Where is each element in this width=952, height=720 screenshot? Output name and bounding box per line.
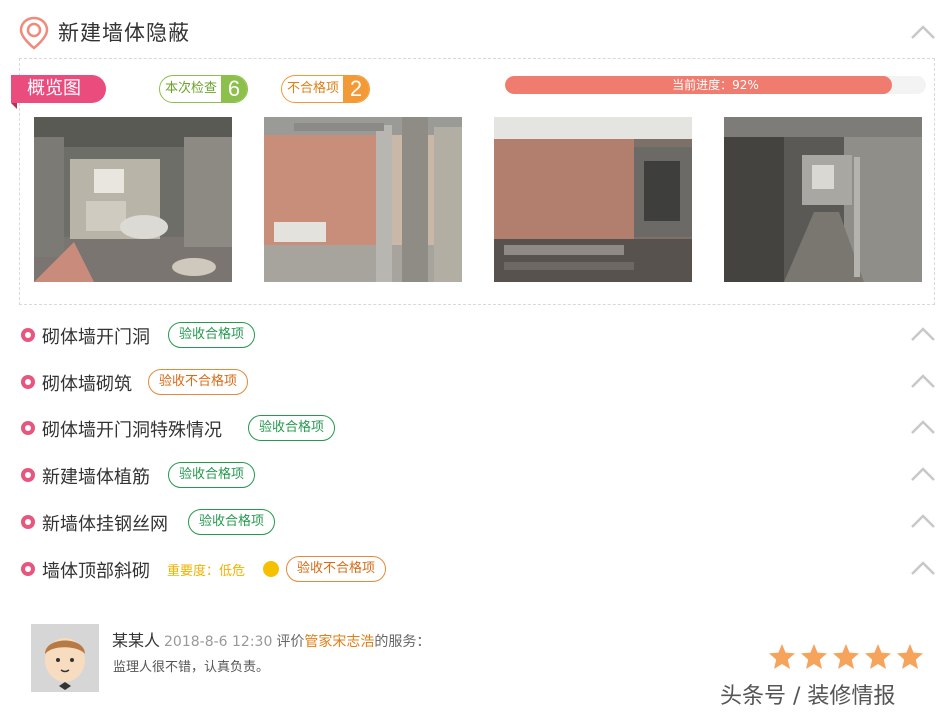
status-badge: 验收不合格项	[148, 369, 249, 395]
check-count-pill[interactable]: 本次检查 6	[159, 75, 249, 103]
progress-bar: 当前进度：92%	[505, 76, 926, 94]
watermark: 头条号 / 装修情报	[720, 684, 896, 709]
list-item[interactable]: 砌体墙开门洞 验收合格项	[0, 312, 952, 356]
status-badge: 验收合格项	[248, 415, 336, 441]
bullet-icon	[21, 375, 35, 389]
review-header: 某某人 2018-8-6 12:30 评价管家宋志浩的服务：	[112, 627, 430, 651]
bullet-icon	[21, 328, 35, 342]
bullet-icon	[21, 515, 35, 529]
overview-tag: 概览图	[11, 75, 106, 103]
chevron-up-icon[interactable]	[910, 513, 936, 529]
star-rating	[768, 643, 928, 673]
progress-text: 当前进度：92%	[672, 78, 759, 92]
status-badge: 验收合格项	[168, 322, 256, 348]
page-title: 新建墙体隐蔽	[58, 21, 190, 45]
site-photo-1[interactable]	[34, 117, 232, 282]
bullet-icon	[21, 468, 35, 482]
review-time: 2018-8-6 12:30	[164, 634, 273, 650]
star-icon	[768, 643, 796, 671]
collapse-chevron-icon[interactable]	[910, 24, 936, 40]
review-suffix: 的服务：	[374, 634, 431, 650]
list-item[interactable]: 砌体墙开门洞特殊情况 验收合格项	[0, 405, 952, 449]
chevron-up-icon[interactable]	[910, 466, 936, 482]
location-pin-icon	[18, 16, 50, 50]
star-icon	[800, 643, 828, 671]
status-badge: 验收合格项	[168, 462, 256, 488]
star-icon	[832, 643, 860, 671]
item-title: 新墙体挂钢丝网	[42, 514, 168, 535]
list-item[interactable]: 墙体顶部斜砌 重要度：低危 验收不合格项	[0, 546, 952, 590]
star-icon	[864, 643, 892, 671]
section-header[interactable]: 新建墙体隐蔽	[0, 0, 952, 58]
check-count-label: 本次检查	[165, 81, 218, 96]
status-badge: 验收不合格项	[286, 556, 387, 582]
status-badge: 验收合格项	[188, 509, 276, 535]
item-title: 砌体墙砌筑	[42, 374, 132, 395]
fail-count-value: 2	[343, 76, 370, 102]
site-photo-3[interactable]	[494, 117, 692, 282]
fail-count-label: 不合格项	[287, 81, 340, 96]
list-item[interactable]: 新建墙体植筋 验收合格项	[0, 452, 952, 496]
check-count-value: 6	[221, 76, 248, 102]
review-verb: 评价	[276, 634, 305, 650]
review-section: 某某人 2018-8-6 12:30 评价管家宋志浩的服务： 监理人很不错，认真负责…	[0, 610, 952, 720]
lightbulb-icon	[263, 561, 279, 577]
item-title: 新建墙体植筋	[42, 467, 150, 488]
avatar	[31, 624, 99, 692]
overview-tag-fold	[11, 103, 17, 109]
list-item[interactable]: 新墙体挂钢丝网 验收合格项	[0, 499, 952, 543]
chevron-up-icon[interactable]	[910, 560, 936, 576]
manager-link[interactable]: 管家宋志浩	[304, 634, 374, 650]
review-comment: 监理人很不错，认真负责。	[113, 660, 270, 675]
item-title: 砌体墙开门洞特殊情况	[42, 420, 222, 441]
chevron-up-icon[interactable]	[910, 373, 936, 389]
bullet-icon	[21, 562, 35, 576]
fail-count-pill[interactable]: 不合格项 2	[281, 75, 371, 103]
list-item[interactable]: 砌体墙砌筑 验收不合格项	[0, 359, 952, 403]
reviewer-name: 某某人	[112, 631, 161, 650]
importance-label: 重要度：低危	[167, 564, 246, 579]
site-photo-4[interactable]	[724, 117, 922, 282]
site-photo-2[interactable]	[264, 117, 462, 282]
item-title: 砌体墙开门洞	[42, 327, 150, 348]
star-icon	[896, 643, 924, 671]
item-title: 墙体顶部斜砌	[42, 561, 150, 582]
chevron-up-icon[interactable]	[910, 419, 936, 435]
bullet-icon	[21, 421, 35, 435]
chevron-up-icon[interactable]	[910, 326, 936, 342]
